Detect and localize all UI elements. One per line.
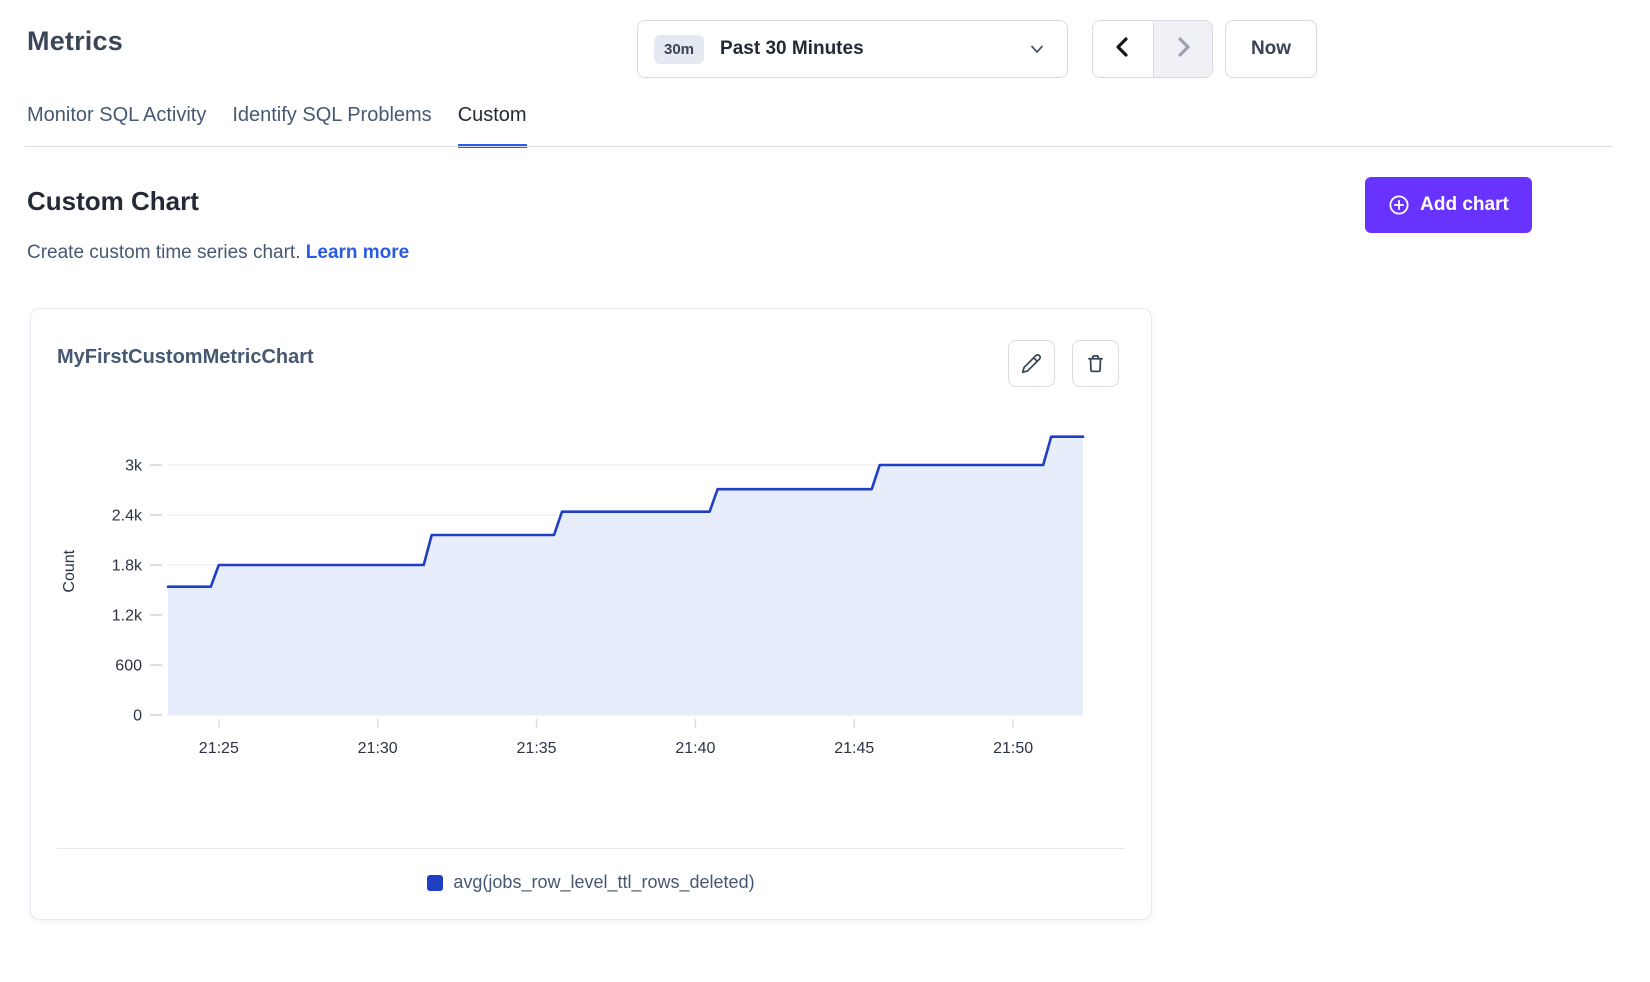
pencil-icon: [1021, 353, 1042, 374]
time-nav-group: [1092, 20, 1213, 78]
svg-text:600: 600: [115, 658, 142, 675]
edit-chart-button[interactable]: [1008, 340, 1055, 387]
section-description: Create custom time series chart. Learn m…: [27, 242, 409, 264]
section-description-text: Create custom time series chart.: [27, 242, 300, 263]
svg-text:1.8k: 1.8k: [112, 558, 143, 575]
section-title: Custom Chart: [27, 186, 199, 217]
svg-text:2.4k: 2.4k: [112, 508, 143, 525]
legend-swatch: [427, 875, 443, 891]
previous-timewindow-button[interactable]: [1093, 21, 1153, 77]
svg-text:21:45: 21:45: [834, 740, 874, 757]
time-range-badge: 30m: [654, 35, 704, 64]
chevron-right-icon: [1172, 35, 1194, 64]
page-title: Metrics: [27, 26, 123, 57]
svg-text:21:25: 21:25: [199, 740, 239, 757]
tab-identify-sql-problems[interactable]: Identify SQL Problems: [232, 104, 431, 148]
svg-text:1.2k: 1.2k: [112, 608, 143, 625]
svg-text:21:30: 21:30: [358, 740, 398, 757]
next-timewindow-button[interactable]: [1153, 21, 1213, 77]
svg-text:21:35: 21:35: [517, 740, 557, 757]
tab-monitor-sql-activity[interactable]: Monitor SQL Activity: [27, 104, 206, 148]
chart-legend: avg(jobs_row_level_ttl_rows_deleted): [30, 872, 1152, 893]
time-range-label: Past 30 Minutes: [720, 38, 864, 60]
svg-text:Count: Count: [61, 549, 78, 592]
chart-title: MyFirstCustomMetricChart: [57, 346, 314, 369]
legend-label: avg(jobs_row_level_ttl_rows_deleted): [453, 872, 754, 893]
add-chart-button[interactable]: Add chart: [1365, 177, 1532, 233]
time-range-dropdown[interactable]: 30m Past 30 Minutes: [637, 20, 1068, 78]
tab-custom[interactable]: Custom: [458, 104, 527, 148]
chevron-down-icon: [1029, 41, 1045, 57]
delete-chart-button[interactable]: [1072, 340, 1119, 387]
svg-text:0: 0: [133, 708, 142, 725]
metrics-tabs: Monitor SQL Activity Identify SQL Proble…: [27, 104, 527, 148]
card-divider: [57, 848, 1125, 849]
add-chart-label: Add chart: [1420, 194, 1509, 216]
svg-text:21:40: 21:40: [675, 740, 715, 757]
now-button[interactable]: Now: [1225, 20, 1317, 78]
timeseries-chart: 0 600 1.2k 1.8k 2.4k 3k 21:25 21:30 21:35 21:40 21…: [60, 422, 1140, 767]
plus-circle-icon: [1388, 194, 1410, 216]
learn-more-link[interactable]: Learn more: [306, 242, 409, 263]
svg-text:3k: 3k: [125, 458, 143, 475]
svg-text:21:50: 21:50: [993, 740, 1033, 757]
tabs-divider: [25, 146, 1613, 147]
trash-icon: [1085, 353, 1106, 374]
chevron-left-icon: [1112, 35, 1134, 64]
